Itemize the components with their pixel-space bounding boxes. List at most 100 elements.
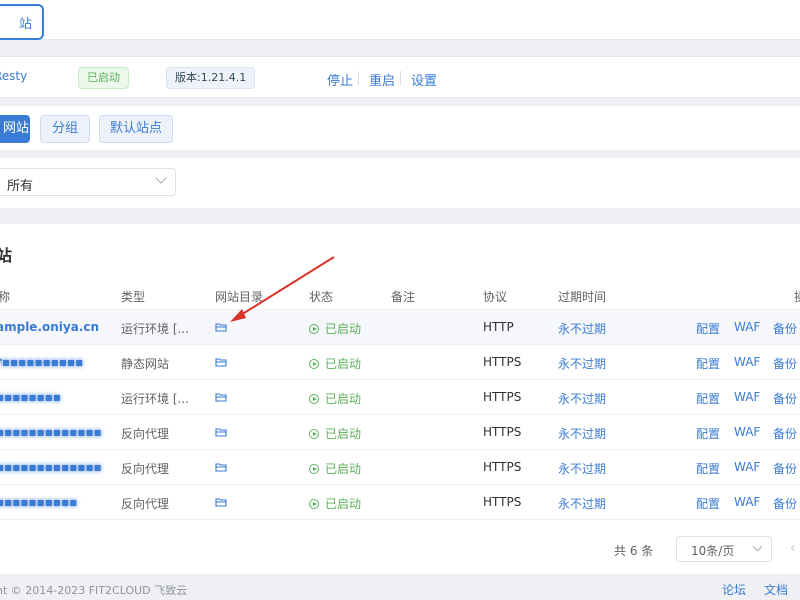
status-running[interactable]: 已启动 [309, 390, 361, 407]
group-button[interactable]: 分组 [40, 115, 90, 143]
expiry-link[interactable]: 永不过期 [558, 495, 606, 512]
config-link[interactable]: 配置 [696, 355, 720, 372]
waf-link[interactable]: WAF [734, 460, 760, 474]
divider [358, 71, 359, 85]
play-circle-icon [309, 394, 319, 404]
expiry-link[interactable]: 永不过期 [558, 355, 606, 372]
forum-link[interactable]: 论坛 [722, 581, 746, 598]
folder-icon[interactable] [215, 391, 227, 405]
status-label: 已启动 [325, 392, 362, 406]
site-link[interactable]: ▪▪▪▪▪▪▪▪▪▪ [0, 495, 77, 509]
backup-link[interactable]: 备份 [773, 425, 797, 442]
backup-link[interactable]: 备份 [773, 495, 797, 512]
protocol: HTTPS [483, 460, 522, 474]
waf-link[interactable]: WAF [734, 425, 760, 439]
table-row[interactable]: ample.oniya.cn 运行环境 [... 已启动 HTTP 永不过期 配… [0, 310, 800, 345]
play-circle-icon [309, 499, 319, 509]
status-label: 已启动 [325, 462, 362, 476]
stop-button[interactable]: 停止 [327, 70, 353, 89]
default-site-button[interactable]: 默认站点 [99, 115, 173, 143]
table-row[interactable]: ▪▪▪▪▪▪▪▪▪▪▪▪▪ 反向代理 已启动 HTTPS 永不过期 配置 WAF… [0, 450, 800, 485]
site-link[interactable]: ▪▪▪▪▪▪▪▪▪▪▪▪▪ [0, 460, 102, 474]
backup-link[interactable]: 备份 [773, 460, 797, 477]
site-type: 反向代理 [121, 497, 170, 511]
tab-website-label: 站 [18, 16, 32, 32]
backup-link[interactable]: 备份 [773, 390, 797, 407]
backup-link[interactable]: 备份 [773, 355, 797, 372]
status-label: 已启动 [325, 357, 362, 371]
folder-icon[interactable] [215, 426, 227, 440]
filter-bar: 所有 [0, 158, 800, 208]
expiry-link[interactable]: 永不过期 [558, 425, 606, 442]
top-tab-bar: 站 [0, 0, 800, 40]
waf-link[interactable]: WAF [734, 390, 760, 404]
site-link[interactable]: ▪▪▪▪▪▪▪▪▪▪▪▪▪ [0, 425, 102, 439]
column-header-type: 类型 [121, 290, 146, 304]
table-row[interactable]: ▪▪▪▪▪▪▪▪▪▪▪▪▪ 反向代理 已启动 HTTPS 永不过期 配置 WAF… [0, 415, 800, 450]
openresty-status-bar: Resty 已启动 版本:1.21.4.1 停止 重启 设置 [0, 56, 800, 98]
expiry-link[interactable]: 永不过期 [558, 320, 606, 337]
folder-icon[interactable] [215, 461, 227, 475]
group-filter-value: 所有 [7, 179, 34, 194]
status-running[interactable]: 已启动 [309, 425, 361, 442]
settings-button[interactable]: 设置 [411, 70, 437, 89]
status-label: 已启动 [325, 322, 362, 336]
site-link[interactable]: r▪▪▪▪▪▪▪▪▪▪ [0, 355, 83, 369]
column-header-name: 称 [0, 290, 11, 304]
table-row[interactable]: ▪▪▪▪▪▪▪▪ 运行环境 [... 已启动 HTTPS 永不过期 配置 WAF… [0, 380, 800, 415]
protocol: HTTPS [483, 495, 522, 509]
page-size-value: 10条/页 [691, 544, 735, 558]
status-label: 已启动 [325, 497, 362, 511]
expiry-link[interactable]: 永不过期 [558, 390, 606, 407]
waf-link[interactable]: WAF [734, 495, 760, 509]
config-link[interactable]: 配置 [696, 320, 720, 337]
copyright: nt © 2014-2023 FIT2CLOUD 飞致云 [0, 584, 188, 597]
folder-icon[interactable] [215, 496, 227, 510]
protocol: HTTP [483, 320, 514, 334]
page-size-select[interactable]: 10条/页 [676, 536, 772, 562]
waf-link[interactable]: WAF [734, 355, 760, 369]
version-badge: 版本:1.21.4.1 [166, 67, 256, 89]
total-count: 共 6 条 [614, 544, 654, 558]
docs-link[interactable]: 文档 [764, 581, 788, 598]
status-running[interactable]: 已启动 [309, 495, 361, 512]
folder-icon[interactable] [215, 321, 227, 335]
restart-button[interactable]: 重启 [369, 70, 395, 89]
divider [400, 71, 401, 85]
app-name: Resty [0, 69, 28, 83]
config-link[interactable]: 配置 [696, 425, 720, 442]
running-badge: 已启动 [78, 67, 129, 89]
column-header-expiry: 过期时间 [558, 290, 607, 304]
tab-website[interactable]: 站 [0, 4, 44, 40]
column-header-operations: 操 [794, 288, 800, 305]
waf-link[interactable]: WAF [734, 320, 760, 334]
config-link[interactable]: 配置 [696, 495, 720, 512]
status-running[interactable]: 已启动 [309, 320, 361, 337]
table-row[interactable]: r▪▪▪▪▪▪▪▪▪▪ 静态网站 已启动 HTTPS 永不过期 配置 WAF 备… [0, 345, 800, 380]
site-link[interactable]: ample.oniya.cn [0, 320, 99, 334]
section-title: 站 [0, 246, 13, 265]
play-circle-icon [309, 429, 319, 439]
footer: nt © 2014-2023 FIT2CLOUD 飞致云 论坛 文档 [0, 578, 800, 600]
backup-link[interactable]: 备份 [773, 320, 797, 337]
protocol: HTTPS [483, 425, 522, 439]
column-header-remark: 备注 [391, 290, 416, 304]
config-link[interactable]: 配置 [696, 460, 720, 477]
prev-page-icon[interactable]: ‹ [790, 540, 796, 556]
protocol: HTTPS [483, 390, 522, 404]
expiry-link[interactable]: 永不过期 [558, 460, 606, 477]
site-type: 静态网站 [121, 357, 170, 371]
group-filter-select[interactable]: 所有 [0, 168, 176, 196]
toolbar: 网站 分组 默认站点 [0, 106, 800, 150]
status-running[interactable]: 已启动 [309, 355, 361, 372]
status-label: 已启动 [325, 427, 362, 441]
site-type: 运行环境 [... [121, 392, 189, 406]
site-link[interactable]: ▪▪▪▪▪▪▪▪ [0, 390, 61, 404]
table-row[interactable]: ▪▪▪▪▪▪▪▪▪▪ 反向代理 已启动 HTTPS 永不过期 配置 WAF 备份 [0, 485, 800, 520]
folder-icon[interactable] [215, 356, 227, 370]
create-website-button[interactable]: 网站 [0, 115, 30, 143]
column-header-status: 状态 [309, 290, 334, 304]
table-header: 称 类型 网站目录 状态 备注 协议 过期时间 操 [0, 280, 800, 310]
status-running[interactable]: 已启动 [309, 460, 361, 477]
config-link[interactable]: 配置 [696, 390, 720, 407]
